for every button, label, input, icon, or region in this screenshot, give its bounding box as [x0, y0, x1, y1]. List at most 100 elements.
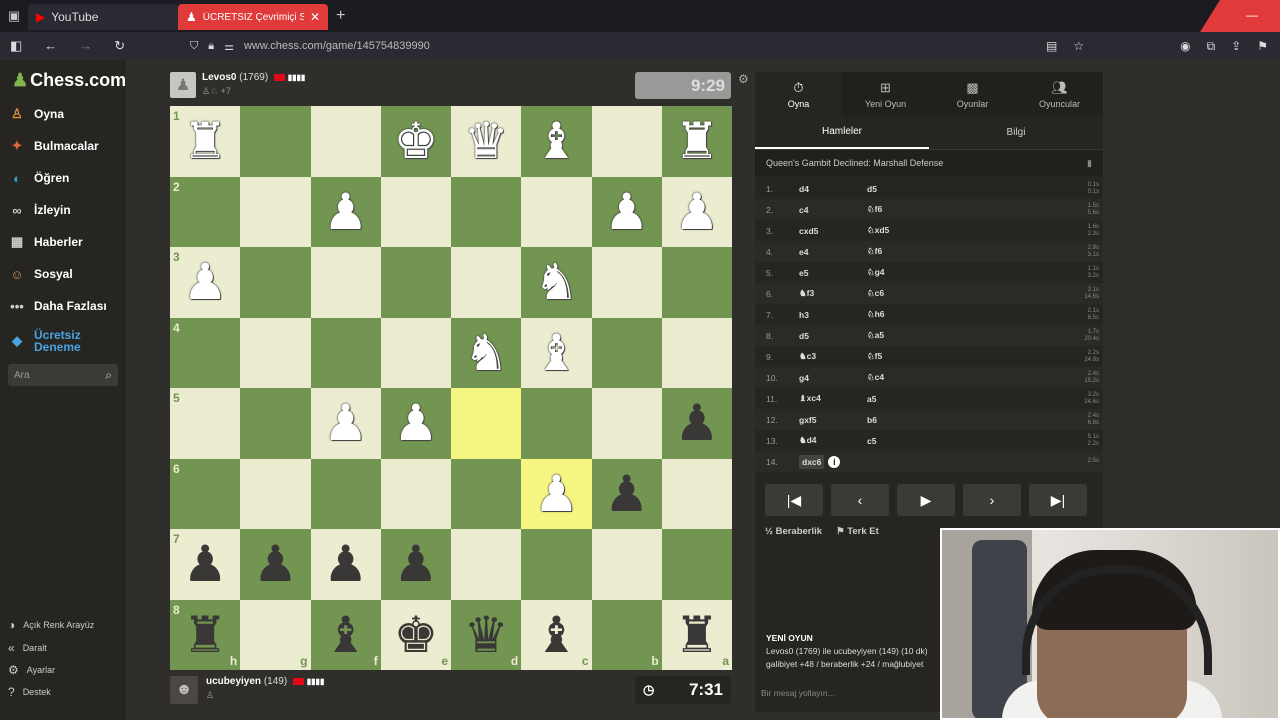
square-a2[interactable]: ♟: [661, 176, 732, 247]
black-move[interactable]: ♘c4: [867, 372, 947, 383]
white-pawn-piece[interactable]: ♟: [674, 187, 719, 237]
square-a1[interactable]: ♜: [661, 106, 732, 177]
square-a5[interactable]: ♟: [661, 388, 732, 459]
resign-button[interactable]: ⚑ Terk Et: [836, 526, 879, 537]
white-move[interactable]: ♝xc4: [799, 393, 867, 404]
black-queen-piece[interactable]: ♛: [464, 610, 509, 660]
black-move[interactable]: ♘f6: [867, 246, 947, 257]
tab-players[interactable]: 👥︎ Oyuncular: [1016, 72, 1103, 116]
permissions-icon[interactable]: ⚌: [224, 40, 234, 53]
white-move[interactable]: h3: [799, 310, 867, 320]
close-tab-icon[interactable]: ✕: [310, 10, 320, 24]
black-pawn-piece[interactable]: ♟: [604, 469, 649, 519]
first-move-button[interactable]: |◀: [765, 484, 823, 516]
white-queen-piece[interactable]: ♛: [464, 116, 509, 166]
share-icon[interactable]: ⇪: [1231, 39, 1241, 54]
sidebar-item-learn[interactable]: ◐ Öğren: [8, 169, 69, 187]
square-c4[interactable]: ♝: [521, 317, 592, 388]
lock-icon[interactable]: 🔒︎: [208, 40, 214, 53]
white-bishop-piece[interactable]: ♝: [534, 328, 579, 378]
draw-button[interactable]: ½ Beraberlik: [765, 526, 822, 537]
bottom-player-name[interactable]: ucubeyiyen (149) ▮▮▮▮: [206, 676, 324, 687]
square-b2[interactable]: ♟: [591, 176, 662, 247]
sidebar-collapse[interactable]: « Daralt: [8, 641, 47, 655]
book-icon[interactable]: ▮: [1087, 158, 1092, 169]
square-b5[interactable]: [591, 388, 662, 459]
square-f4[interactable]: [310, 317, 381, 388]
white-move[interactable]: ♞c3: [799, 351, 867, 362]
search-input[interactable]: Ara ⌕: [8, 364, 118, 386]
square-d1[interactable]: ♛: [451, 106, 522, 177]
black-move[interactable]: a5: [867, 394, 947, 404]
tab-youtube[interactable]: ▶ YouTube: [28, 4, 178, 30]
square-f7[interactable]: ♟: [310, 529, 381, 600]
square-e7[interactable]: ♟: [380, 529, 451, 600]
square-g8[interactable]: g: [240, 599, 311, 670]
square-g2[interactable]: [240, 176, 311, 247]
reader-view-icon[interactable]: ▤: [1046, 39, 1057, 54]
black-bishop-piece[interactable]: ♝: [323, 610, 368, 660]
white-knight-piece[interactable]: ♞: [534, 257, 579, 307]
square-e4[interactable]: [380, 317, 451, 388]
tab-games[interactable]: ▩ Oyunlar: [929, 72, 1016, 116]
square-d6[interactable]: [451, 458, 522, 529]
black-move[interactable]: ♘c6: [867, 288, 947, 299]
square-e3[interactable]: [380, 247, 451, 318]
search-icon[interactable]: ⌕: [105, 368, 112, 383]
black-bishop-piece[interactable]: ♝: [534, 610, 579, 660]
sidebar-item-more[interactable]: ••• Daha Fazlası: [8, 297, 107, 315]
bookmark-star-icon[interactable]: ☆: [1073, 39, 1084, 54]
extensions-icon[interactable]: ⧉: [1207, 39, 1216, 54]
black-move[interactable]: b6: [867, 415, 947, 425]
url-text[interactable]: www.chess.com/game/145754839990: [244, 40, 430, 52]
white-move[interactable]: g4: [799, 373, 867, 383]
black-move[interactable]: ♘f5: [867, 351, 947, 362]
avatar[interactable]: ♟: [170, 72, 196, 98]
square-d5[interactable]: [451, 388, 522, 459]
white-rook-piece[interactable]: ♜: [674, 116, 719, 166]
square-b6[interactable]: ♟: [591, 458, 662, 529]
new-tab-icon[interactable]: +: [336, 7, 345, 25]
tab-play[interactable]: ⏱ Oyna: [755, 72, 842, 116]
white-pawn-piece[interactable]: ♟: [534, 469, 579, 519]
avatar[interactable]: ☻: [170, 676, 198, 704]
next-move-button[interactable]: ›: [963, 484, 1021, 516]
square-h2[interactable]: 2: [170, 176, 241, 247]
black-king-piece[interactable]: ♚: [393, 610, 438, 660]
white-move[interactable]: gxf5: [799, 415, 867, 425]
sidebar-item-watch[interactable]: ∞ İzleyin: [8, 201, 70, 219]
square-g1[interactable]: [240, 106, 311, 177]
opening-name[interactable]: Queen's Gambit Declined: Marshall Defens…: [766, 158, 943, 168]
white-move[interactable]: ♞f3: [799, 288, 867, 299]
square-e6[interactable]: [380, 458, 451, 529]
square-a7[interactable]: [661, 529, 732, 600]
white-move[interactable]: d5: [799, 331, 867, 341]
square-c1[interactable]: ♝: [521, 106, 592, 177]
sidebar-settings[interactable]: ⚙ Ayarlar: [8, 663, 55, 677]
square-e5[interactable]: ♟: [380, 388, 451, 459]
black-move[interactable]: d5: [867, 184, 947, 194]
black-move[interactable]: ♘a5: [867, 330, 947, 341]
board-settings-gear-icon[interactable]: ⚙: [738, 72, 749, 86]
square-a8[interactable]: a ♜: [661, 599, 732, 670]
white-move[interactable]: e5: [799, 268, 867, 278]
reload-icon[interactable]: ↻: [114, 38, 125, 54]
square-d2[interactable]: [451, 176, 522, 247]
square-f5[interactable]: ♟: [310, 388, 381, 459]
white-move[interactable]: e4: [799, 247, 867, 257]
white-move[interactable]: dxc6: [799, 454, 825, 469]
back-icon[interactable]: ←: [44, 38, 57, 54]
white-move[interactable]: cxd5: [799, 226, 867, 236]
square-b1[interactable]: [591, 106, 662, 177]
white-move[interactable]: c4: [799, 205, 867, 215]
black-move[interactable]: ♘g4: [867, 267, 947, 278]
square-h1[interactable]: 1 ♜: [170, 106, 241, 177]
square-g7[interactable]: ♟: [240, 529, 311, 600]
pocket-icon[interactable]: ⚑: [1257, 39, 1268, 54]
square-g4[interactable]: [240, 317, 311, 388]
square-g3[interactable]: [240, 247, 311, 318]
profile-icon[interactable]: ◉: [1180, 39, 1190, 54]
square-d8[interactable]: d ♛: [451, 599, 522, 670]
info-icon[interactable]: i: [828, 455, 841, 468]
square-f1[interactable]: [310, 106, 381, 177]
